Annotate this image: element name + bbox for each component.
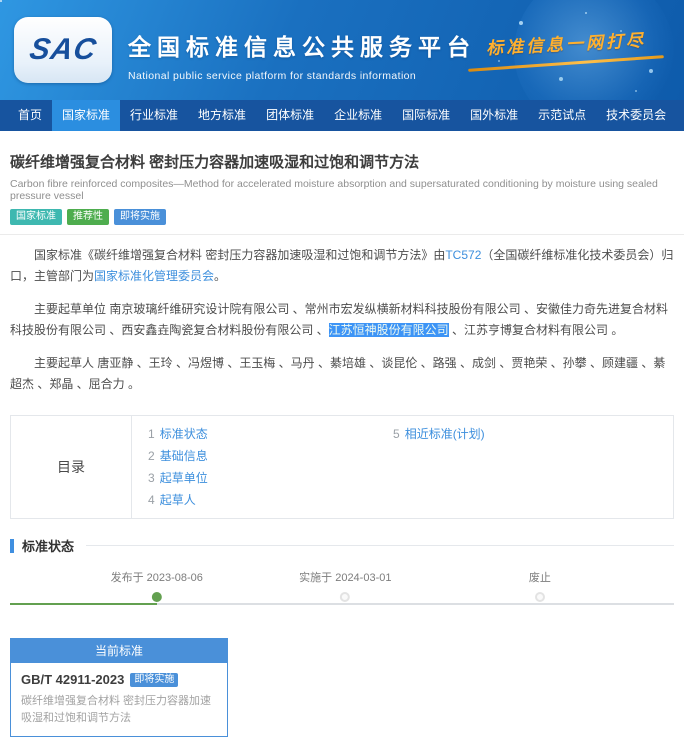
sparkle-dots-decoration — [0, 0, 2, 2]
toc-title: 目录 — [11, 416, 132, 518]
status-timeline: 发布于 2023-08-06 实施于 2024-03-01 废止 — [10, 569, 674, 615]
header-slogan: 标准信息一网打尽 — [466, 30, 666, 65]
badge-national-standard: 国家标准 — [10, 209, 62, 225]
badge-upcoming-card: 即将实施 — [130, 673, 178, 687]
tc572-link[interactable]: TC572 — [445, 248, 481, 262]
timeline-dot-abolished — [535, 592, 545, 602]
nav-item-foreign-standards[interactable]: 国外标准 — [460, 100, 528, 131]
current-standard-card-header: 当前标准 — [11, 639, 227, 663]
toc-item-drafting-units[interactable]: 3 起草单位 — [148, 470, 393, 486]
standard-title-en: Carbon fibre reinforced composites—Metho… — [10, 178, 674, 202]
standard-badges: 国家标准 推荐性 即将实施 — [10, 209, 674, 225]
main-nav: 首页 国家标准 行业标准 地方标准 团体标准 企业标准 国际标准 国外标准 示范… — [0, 100, 684, 131]
nav-item-national-standards[interactable]: 国家标准 — [52, 100, 120, 131]
paragraph-drafting-units: 主要起草单位 南京玻璃纤维研究设计院有限公司 、常州市宏发纵横新材料科技股份有限… — [10, 299, 674, 341]
status-section-header: 标准状态 — [0, 536, 684, 555]
highlighted-company: 江苏恒神股份有限公司 — [329, 323, 449, 337]
timeline-node-published: 发布于 2023-08-06 — [111, 569, 203, 602]
sac-logo: SAC — [14, 17, 112, 83]
toc-item-standard-status[interactable]: 1 标准状态 — [148, 426, 393, 442]
sac-committee-link[interactable]: 国家标准化管理委员会 — [94, 269, 214, 283]
section-accent-bar — [10, 539, 14, 553]
slogan-text: 标准信息一网打尽 — [465, 25, 666, 60]
toc-label: 起草人 — [160, 493, 196, 507]
toc-item-similar-standards[interactable]: 5 相近标准(计划) — [393, 426, 638, 442]
standard-title-zh: 碳纤维增强复合材料 密封压力容器加速吸湿和过饱和调节方法 — [10, 151, 674, 172]
nav-item-local-standards[interactable]: 地方标准 — [188, 100, 256, 131]
toc-num: 3 — [148, 471, 155, 485]
para1-text3: 。 — [214, 269, 226, 283]
nav-item-home[interactable]: 首页 — [8, 100, 52, 131]
nav-item-international-standards[interactable]: 国际标准 — [392, 100, 460, 131]
nav-item-technical-committee[interactable]: 技术委员会 — [596, 100, 676, 131]
nav-item-pilot-program[interactable]: 示范试点 — [528, 100, 596, 131]
timeline-progress — [10, 603, 157, 605]
nav-item-group-standards[interactable]: 团体标准 — [256, 100, 324, 131]
standard-code: GB/T 42911-2023 — [21, 672, 124, 687]
toc-label: 相近标准(计划) — [405, 427, 485, 441]
toc-label: 标准状态 — [160, 427, 208, 441]
para1-text: 国家标准《碳纤维增强复合材料 密封压力容器加速吸湿和过饱和调节方法》由 — [34, 248, 445, 262]
section-header-rule — [86, 545, 674, 546]
toc-label: 基础信息 — [160, 449, 208, 463]
timeline-dot-implemented — [340, 592, 350, 602]
toc-num: 5 — [393, 427, 400, 441]
toc-item-drafters[interactable]: 4 起草人 — [148, 492, 393, 508]
site-title: 全国标准信息公共服务平台 — [128, 28, 476, 62]
timeline-label-published: 发布于 2023-08-06 — [111, 569, 203, 585]
timeline-label-implemented: 实施于 2024-03-01 — [299, 569, 391, 585]
toc-label: 起草单位 — [160, 471, 208, 485]
paragraph-governing-body: 国家标准《碳纤维增强复合材料 密封压力容器加速吸湿和过饱和调节方法》由TC572… — [10, 245, 674, 287]
site-header: SAC 全国标准信息公共服务平台 National public service… — [0, 0, 684, 100]
sac-logo-text: SAC — [27, 33, 99, 67]
toc-num: 4 — [148, 493, 155, 507]
nav-item-industry-standards[interactable]: 行业标准 — [120, 100, 188, 131]
timeline-dot-published — [152, 592, 162, 602]
badge-recommended: 推荐性 — [67, 209, 109, 225]
badge-upcoming: 即将实施 — [114, 209, 166, 225]
drafting-units-text2: 、江苏亨博复合材料有限公司 。 — [449, 323, 624, 337]
site-identity: 全国标准信息公共服务平台 National public service pla… — [128, 28, 476, 82]
current-standard-card-body: GB/T 42911-2023 即将实施 碳纤维增强复合材料 密封压力容器加速吸… — [11, 663, 227, 736]
paragraph-drafters: 主要起草人 唐亚静 、王玲 、冯煜博 、王玉梅 、马丹 、綦培雄 、谈昆伦 、路… — [10, 353, 674, 395]
page-content: 碳纤维增强复合材料 密封压力容器加速吸湿和过饱和调节方法 Carbon fibr… — [0, 151, 684, 519]
toc-links: 1 标准状态 2 基础信息 3 起草单位 4 起草人 5 相近标准(计划) — [132, 416, 673, 518]
current-standard-card[interactable]: 当前标准 GB/T 42911-2023 即将实施 碳纤维增强复合材料 密封压力… — [10, 638, 228, 737]
nav-item-enterprise-standards[interactable]: 企业标准 — [324, 100, 392, 131]
section-divider — [0, 234, 684, 235]
toc-num: 2 — [148, 449, 155, 463]
toc-item-basic-info[interactable]: 2 基础信息 — [148, 448, 393, 464]
timeline-label-abolished: 废止 — [529, 569, 551, 585]
timeline-node-implemented: 实施于 2024-03-01 — [299, 569, 391, 602]
toc-box: 目录 1 标准状态 2 基础信息 3 起草单位 4 起草人 5 相近标准(计划) — [10, 415, 674, 519]
standard-card-description: 碳纤维增强复合材料 密封压力容器加速吸湿和过饱和调节方法 — [21, 693, 217, 726]
status-section-title: 标准状态 — [22, 536, 74, 555]
timeline-node-abolished: 废止 — [529, 569, 551, 602]
toc-num: 1 — [148, 427, 155, 441]
site-subtitle: National public service platform for sta… — [128, 70, 476, 82]
